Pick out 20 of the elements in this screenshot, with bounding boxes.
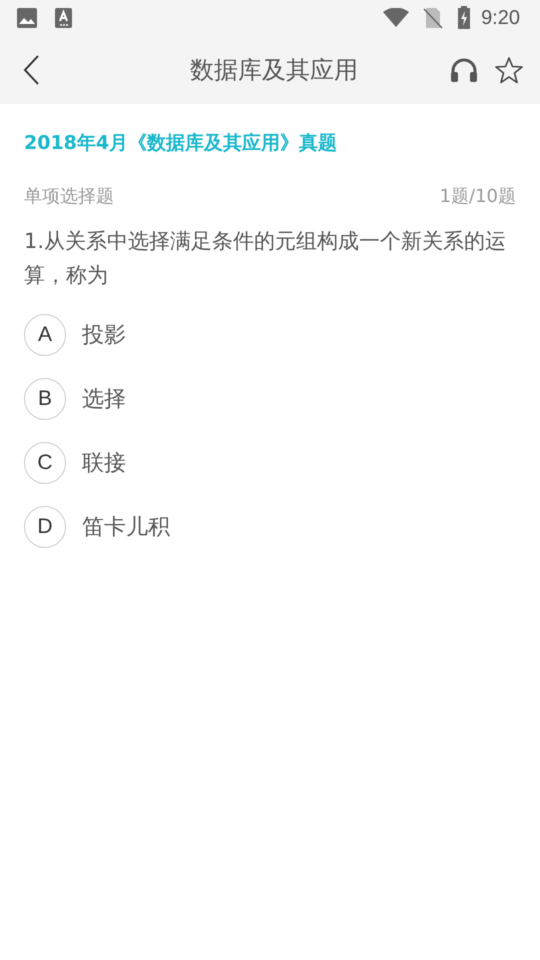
option-letter[interactable]: A [24,314,66,356]
page-title: 数据库及其应用 [189,55,359,86]
no-sim-icon [423,7,444,29]
option-letter[interactable]: D [24,506,66,548]
option-text[interactable]: 选择 [82,384,126,414]
option-text[interactable]: 联接 [82,448,126,478]
image-icon [16,7,38,29]
option-text[interactable]: 笛卡儿积 [82,512,170,542]
option-letter[interactable]: C [24,442,66,484]
option-text[interactable]: 投影 [82,320,126,350]
wifi-icon [383,8,410,28]
option-letter[interactable]: B [24,378,66,420]
question-text: 1.从关系中选择满足条件的元组构成一个新关系的运算，称为 [24,228,508,289]
keyboard-icon [52,7,74,29]
exam-title: 2018年4月《数据库及其应用》真题 [24,131,338,156]
question-type: 单项选择题 [24,185,114,208]
status-time: 9:20 [481,6,520,30]
star-icon[interactable] [494,56,524,84]
battery-charging-icon [457,6,472,30]
headphones-icon[interactable] [450,57,478,83]
